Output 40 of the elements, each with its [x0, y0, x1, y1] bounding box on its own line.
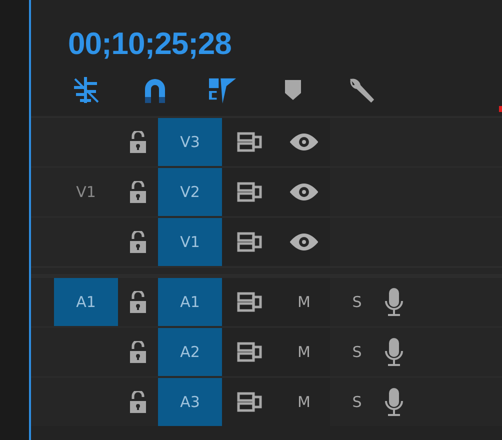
microphone-icon[interactable] — [384, 338, 404, 366]
unlocked-lock-icon[interactable] — [129, 391, 147, 413]
eye-icon[interactable] — [290, 133, 318, 151]
sync-lock-icon[interactable] — [237, 292, 263, 312]
unlocked-lock-icon[interactable] — [129, 131, 147, 153]
unlocked-lock-icon[interactable] — [129, 181, 147, 203]
sync-lock-icon[interactable] — [237, 132, 263, 152]
track-target[interactable]: V1 — [158, 218, 222, 266]
track-target[interactable]: A1 — [158, 278, 222, 326]
sync-lock-icon[interactable] — [237, 182, 263, 202]
toolbar-button[interactable] — [71, 76, 100, 104]
marker-icon — [284, 80, 300, 100]
nest-sequence-icon — [72, 77, 100, 103]
track-target[interactable]: V2 — [158, 168, 222, 216]
track-target[interactable]: A2 — [158, 328, 222, 376]
timecode[interactable]: 00;10;25;28 — [68, 26, 232, 64]
sync-lock-icon[interactable] — [237, 232, 263, 252]
sync-lock-icon[interactable] — [237, 342, 263, 362]
linked-selection-icon — [209, 76, 238, 104]
source-patch[interactable]: A1 — [54, 278, 118, 326]
mute-button[interactable]: M — [298, 293, 310, 311]
unlocked-lock-icon[interactable] — [129, 341, 147, 363]
unlocked-lock-icon[interactable] — [129, 291, 147, 313]
solo-button[interactable]: S — [352, 293, 362, 311]
microphone-icon[interactable] — [384, 288, 404, 316]
solo-button[interactable]: S — [352, 393, 362, 411]
mute-button[interactable]: M — [298, 393, 310, 411]
unlocked-lock-icon[interactable] — [129, 231, 147, 253]
sync-lock-icon[interactable] — [237, 392, 263, 412]
playhead-marker — [499, 106, 502, 112]
microphone-icon[interactable] — [384, 388, 404, 416]
toolbar-button[interactable] — [209, 76, 238, 104]
eye-icon[interactable] — [290, 233, 318, 251]
solo-button[interactable]: S — [352, 343, 362, 361]
mute-button[interactable]: M — [298, 343, 310, 361]
eye-icon[interactable] — [290, 183, 318, 201]
track-target[interactable]: A3 — [158, 378, 222, 426]
magnet-icon — [142, 77, 166, 103]
source-patch[interactable]: V1 — [54, 168, 118, 216]
track-target[interactable]: V3 — [158, 118, 222, 166]
